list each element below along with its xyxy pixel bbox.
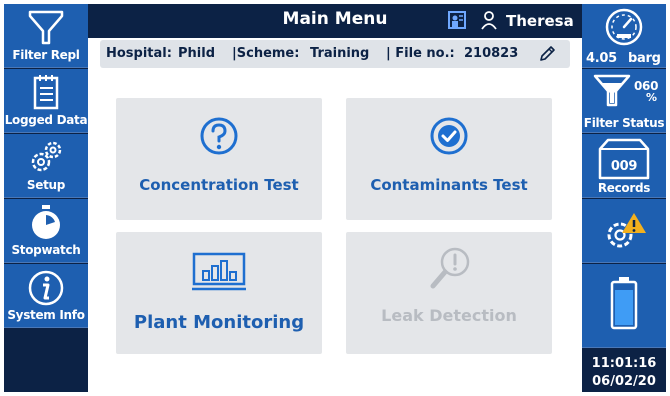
concentration-test-label: Concentration Test (139, 176, 299, 194)
setup-gear-icon (31, 141, 62, 172)
app-frame: Filter Repl Logged Data Setup Stopwatch … (0, 0, 670, 396)
person-icon (481, 11, 497, 30)
right-sidebar: 4.05 barg 060 % Filter Status 009 Record… (582, 4, 666, 392)
header-bar: Main Menu Theresa (88, 4, 582, 38)
scheme-label: |Scheme: (232, 46, 300, 61)
chart-monitor-icon (192, 252, 246, 291)
setup-button[interactable]: Setup (4, 134, 88, 198)
filter-repl-label: Filter Repl (12, 48, 80, 62)
file-number-value: 210823 (464, 46, 519, 61)
hospital-value: Phild (178, 46, 216, 61)
filter-status-label: Filter Status (583, 116, 665, 130)
records-label: Records (597, 181, 651, 195)
setup-label: Setup (26, 178, 66, 192)
pressure-value: 4.05 (586, 51, 617, 66)
contaminants-test-label: Contaminants Test (370, 176, 528, 194)
filter-status-icon (593, 74, 631, 107)
question-icon (200, 117, 238, 155)
filter-replace-icon (28, 10, 64, 45)
filter-repl-button[interactable]: Filter Repl (4, 4, 88, 68)
battery-button[interactable] (582, 264, 666, 348)
user-name[interactable]: Theresa (506, 12, 574, 30)
clock-time: 11:01:16 (591, 356, 657, 371)
stopwatch-icon (32, 205, 60, 239)
leak-detection-tile: Leak Detection (346, 232, 552, 354)
magnifier-alert-icon (430, 247, 470, 289)
pressure-gauge-button[interactable]: 4.05 barg (582, 4, 666, 68)
records-count: 009 (610, 159, 638, 174)
concentration-test-tile[interactable]: Concentration Test (116, 98, 322, 220)
scheme-value: Training (310, 46, 370, 61)
settings-warning-icon (607, 213, 646, 248)
pressure-gauge-icon (605, 8, 643, 46)
system-info-label: System Info (7, 308, 85, 322)
leak-detection-label: Leak Detection (381, 306, 517, 325)
plant-monitoring-label: Plant Monitoring (133, 312, 305, 333)
logged-data-label: Logged Data (4, 113, 88, 127)
info-bar: Hospital: Phild |Scheme: Training | File… (100, 40, 570, 68)
left-sidebar: Filter Repl Logged Data Setup Stopwatch … (4, 4, 88, 392)
battery-icon (610, 277, 638, 330)
user-badge-icon[interactable] (448, 10, 466, 30)
info-icon (28, 270, 64, 306)
check-icon (430, 117, 468, 155)
settings-warning-button[interactable] (582, 199, 666, 263)
clock-date: 06/02/20 (592, 374, 656, 389)
stopwatch-label: Stopwatch (11, 243, 81, 257)
edit-pencil-icon[interactable] (538, 45, 556, 63)
filter-status-percent-sign: % (646, 91, 657, 104)
pressure-unit: barg (628, 51, 661, 66)
records-button[interactable]: 009 Records (582, 134, 666, 198)
file-number-label: | File no.: (386, 46, 455, 61)
contaminants-test-tile[interactable]: Contaminants Test (346, 98, 552, 220)
plant-monitoring-tile[interactable]: Plant Monitoring (116, 232, 322, 354)
logged-data-icon (33, 75, 59, 110)
system-info-button[interactable]: System Info (4, 264, 88, 328)
filter-status-button[interactable]: 060 % Filter Status (582, 69, 666, 133)
stopwatch-button[interactable]: Stopwatch (4, 199, 88, 263)
hospital-label: Hospital: (106, 46, 172, 61)
logged-data-button[interactable]: Logged Data (4, 69, 88, 133)
